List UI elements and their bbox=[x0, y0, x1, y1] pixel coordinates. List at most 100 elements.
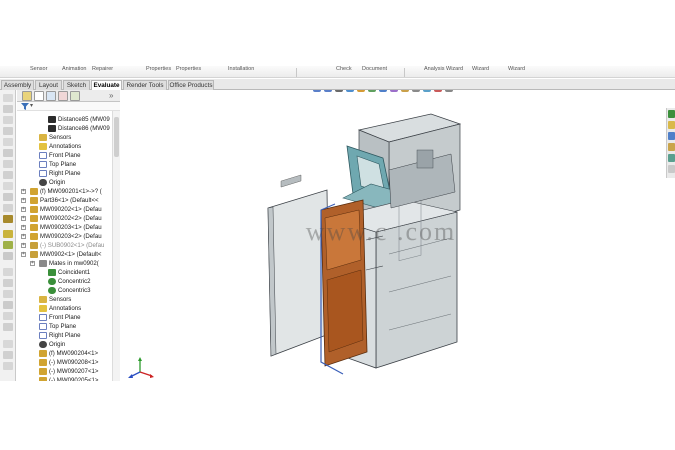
tree-item[interactable]: + (f) MW090201<1>->? ( bbox=[17, 187, 112, 196]
expand-toggle-icon[interactable]: + bbox=[21, 189, 26, 194]
tree-item[interactable]: + MW0902<1> (Default< bbox=[17, 250, 112, 259]
tree-item[interactable]: Annotations bbox=[17, 304, 112, 313]
expand-toggle-icon[interactable]: + bbox=[21, 252, 26, 257]
tab-layout[interactable]: Layout bbox=[35, 80, 62, 90]
tree-item[interactable]: Distance86 (MW09 bbox=[17, 124, 112, 133]
expand-toggle-icon[interactable]: + bbox=[30, 261, 35, 266]
cmd-label[interactable]: Properties bbox=[176, 66, 201, 72]
tool-icon[interactable] bbox=[3, 241, 13, 249]
annotation-icon bbox=[39, 143, 47, 150]
tree-item[interactable]: (-) MW090208<1> bbox=[17, 358, 112, 367]
chevron-down-icon[interactable]: ▾ bbox=[30, 102, 33, 110]
filter-icon[interactable] bbox=[21, 103, 29, 110]
tab-office-products[interactable]: Office Products bbox=[168, 80, 214, 90]
tree-item[interactable]: + (-) SUB0902<1> (Defau bbox=[17, 241, 112, 250]
tree-item[interactable]: Origin bbox=[17, 340, 112, 349]
configuration-manager-tab-icon[interactable] bbox=[46, 91, 56, 101]
expand-toggle-icon[interactable]: + bbox=[21, 225, 26, 230]
tool-icon[interactable] bbox=[3, 116, 13, 124]
tool-icon[interactable] bbox=[3, 301, 13, 309]
dimxpert-tab-icon[interactable] bbox=[58, 91, 68, 101]
tree-item[interactable]: + Part36<1> (Default<< bbox=[17, 196, 112, 205]
tree-item[interactable]: Sensors bbox=[17, 133, 112, 142]
cmd-label[interactable]: Check bbox=[336, 66, 352, 72]
expand-toggle-icon[interactable]: + bbox=[21, 216, 26, 221]
tree-item[interactable]: Coincident1 bbox=[17, 268, 112, 277]
feature-manager-tab-icon[interactable] bbox=[22, 91, 32, 101]
tree-item[interactable]: Top Plane bbox=[17, 322, 112, 331]
tree-item[interactable]: Front Plane bbox=[17, 151, 112, 160]
tool-icon[interactable] bbox=[3, 160, 13, 168]
tree-item[interactable]: Concentric3 bbox=[17, 286, 112, 295]
tool-icon[interactable] bbox=[3, 351, 13, 359]
tool-icon[interactable] bbox=[3, 138, 13, 146]
plane-icon bbox=[39, 332, 47, 339]
tree-item[interactable]: Right Plane bbox=[17, 169, 112, 178]
cmd-label[interactable]: Repairer bbox=[92, 66, 113, 72]
part-icon bbox=[39, 368, 47, 375]
tree-item[interactable]: (-) MW090205<1> bbox=[17, 376, 112, 381]
tree-item[interactable]: Top Plane bbox=[17, 160, 112, 169]
tree-item[interactable]: + MW090202<2> (Defau bbox=[17, 214, 112, 223]
tool-icon[interactable] bbox=[3, 312, 13, 320]
expand-toggle-icon[interactable]: + bbox=[21, 198, 26, 203]
tool-icon[interactable] bbox=[3, 204, 13, 212]
tool-icon[interactable] bbox=[3, 279, 13, 287]
expand-toggle-icon[interactable]: + bbox=[21, 243, 26, 248]
tree-item[interactable]: Front Plane bbox=[17, 313, 112, 322]
cmd-label[interactable]: Wizard bbox=[508, 66, 525, 72]
tree-item-label: Mates in mw0902( bbox=[49, 260, 99, 267]
expand-toggle-icon[interactable]: + bbox=[21, 234, 26, 239]
tree-item[interactable]: (f) MW090204<1> bbox=[17, 349, 112, 358]
tree-item[interactable]: + MW090203<1> (Defau bbox=[17, 223, 112, 232]
tool-icon[interactable] bbox=[3, 362, 13, 370]
display-manager-tab-icon[interactable] bbox=[70, 91, 80, 101]
tree-item[interactable]: + MW090203<2> (Defau bbox=[17, 232, 112, 241]
command-manager-tabs: Assembly Layout Sketch Evaluate Render T… bbox=[0, 79, 675, 91]
tool-icon[interactable] bbox=[3, 127, 13, 135]
tree-item[interactable]: (-) MW090207<1> bbox=[17, 367, 112, 376]
cmd-label[interactable]: Sensor bbox=[30, 66, 47, 72]
cmd-label[interactable]: Installation bbox=[228, 66, 254, 72]
tree-item-label: (f) MW090201<1>->? ( bbox=[40, 188, 102, 195]
cmd-label[interactable]: Wizard bbox=[472, 66, 489, 72]
property-manager-tab-icon[interactable] bbox=[34, 91, 44, 101]
tool-icon[interactable] bbox=[3, 340, 13, 348]
tool-icon[interactable] bbox=[3, 105, 13, 113]
tab-render-tools[interactable]: Render Tools bbox=[123, 80, 167, 90]
tree-item[interactable]: + Mates in mw0902( bbox=[17, 259, 112, 268]
tree-item[interactable]: Distance85 (MW09 bbox=[17, 115, 112, 124]
plane-icon bbox=[39, 170, 47, 177]
expand-toggle-icon[interactable]: + bbox=[21, 207, 26, 212]
cmd-label[interactable]: Document bbox=[362, 66, 387, 72]
tree-item-label: Part36<1> (Default<< bbox=[40, 197, 99, 204]
chevron-right-icon[interactable]: » bbox=[109, 90, 113, 101]
tool-icon[interactable] bbox=[3, 149, 13, 157]
cmd-label[interactable]: Analysis Wizard bbox=[424, 66, 463, 72]
tab-sketch[interactable]: Sketch bbox=[63, 80, 90, 90]
plane-icon bbox=[39, 314, 47, 321]
tool-icon[interactable] bbox=[3, 268, 13, 276]
tree-item[interactable]: Sensors bbox=[17, 295, 112, 304]
tab-assembly[interactable]: Assembly bbox=[1, 80, 34, 90]
tree-item[interactable]: Right Plane bbox=[17, 331, 112, 340]
tree-item[interactable]: Annotations bbox=[17, 142, 112, 151]
scrollbar-thumb[interactable] bbox=[114, 117, 119, 157]
tree-scrollbar[interactable] bbox=[112, 111, 120, 381]
hammer-icon[interactable] bbox=[3, 215, 13, 223]
tool-icon[interactable] bbox=[3, 252, 13, 260]
tool-icon[interactable] bbox=[3, 290, 13, 298]
hole-wizard-icon[interactable] bbox=[3, 230, 13, 238]
tree-item[interactable]: Origin bbox=[17, 178, 112, 187]
cmd-label[interactable]: Animation bbox=[62, 66, 86, 72]
tree-item[interactable]: Concentric2 bbox=[17, 277, 112, 286]
tree-item[interactable]: + MW090202<1> (Defau bbox=[17, 205, 112, 214]
tool-icon[interactable] bbox=[3, 193, 13, 201]
cmd-label[interactable]: Properties bbox=[146, 66, 171, 72]
tool-icon[interactable] bbox=[3, 171, 13, 179]
select-icon[interactable] bbox=[3, 94, 13, 102]
tool-icon[interactable] bbox=[3, 182, 13, 190]
tool-icon[interactable] bbox=[3, 323, 13, 331]
tree-item-label: (-) SUB0902<1> (Defau bbox=[40, 242, 105, 249]
graphics-area[interactable]: ▭ ▭ × bbox=[121, 90, 675, 381]
